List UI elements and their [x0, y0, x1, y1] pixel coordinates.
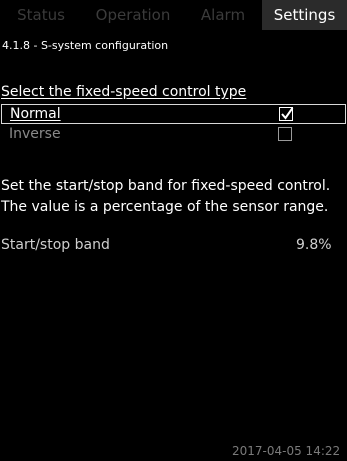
start-stop-band-value[interactable]: 9.8% [296, 237, 332, 253]
tab-alarm[interactable]: Alarm [184, 0, 262, 30]
description-line-2: The value is a percentage of the sensor … [1, 199, 329, 215]
tab-settings[interactable]: Settings [262, 0, 347, 30]
control-type-title: Select the fixed-speed control type [1, 84, 247, 100]
description: Set the start/stop band for fixed-speed … [1, 176, 347, 218]
datetime: 2017-04-05 14:22 [232, 444, 341, 458]
breadcrumb: 4.1.8 - S-system configuration [2, 39, 169, 52]
tab-status[interactable]: Status [0, 0, 82, 30]
option-inverse-label: Inverse [9, 126, 61, 142]
description-line-1: Set the start/stop band for fixed-speed … [1, 178, 331, 194]
option-normal[interactable]: Normal [1, 104, 346, 124]
normal-checkbox[interactable] [279, 107, 294, 121]
tab-operation[interactable]: Operation [82, 0, 184, 30]
start-stop-band-label: Start/stop band [1, 237, 110, 253]
option-inverse[interactable]: Inverse [1, 125, 346, 145]
checkmark-icon [281, 107, 294, 120]
tab-bar: Status Operation Alarm Settings [0, 0, 347, 30]
option-normal-label: Normal [10, 106, 61, 122]
inverse-checkbox[interactable] [278, 127, 292, 141]
